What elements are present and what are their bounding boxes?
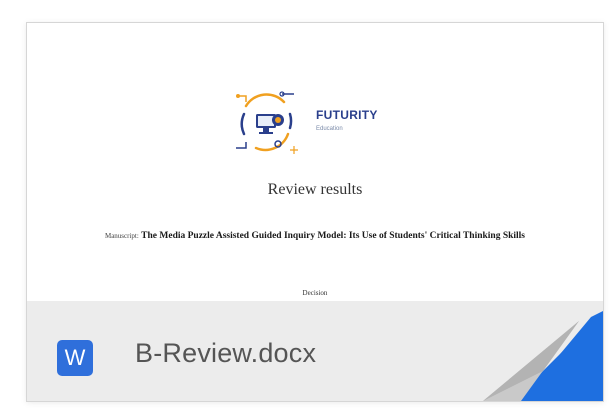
document-preview: FUTURITY Education Review results Manusc… <box>27 23 603 301</box>
page-curl-icon <box>483 311 603 401</box>
brand-subtitle: Education <box>316 126 343 132</box>
file-preview-card[interactable]: FUTURITY Education Review results Manusc… <box>26 22 604 402</box>
futurity-logo-icon <box>236 91 298 154</box>
manuscript-label: Manuscript: <box>104 232 139 240</box>
document-title: Review results <box>267 181 363 198</box>
futurity-logo: FUTURITY Education <box>232 88 402 158</box>
word-doc-icon: W <box>57 340 93 376</box>
manuscript-line: Manuscript: The Media Puzzle Assisted Gu… <box>97 229 533 243</box>
file-name[interactable]: B-Review.docx <box>135 338 316 369</box>
brand-name: FUTURITY <box>316 108 378 122</box>
manuscript-title: The Media Puzzle Assisted Guided Inquiry… <box>141 231 526 241</box>
decision-label: Decision <box>302 289 328 297</box>
